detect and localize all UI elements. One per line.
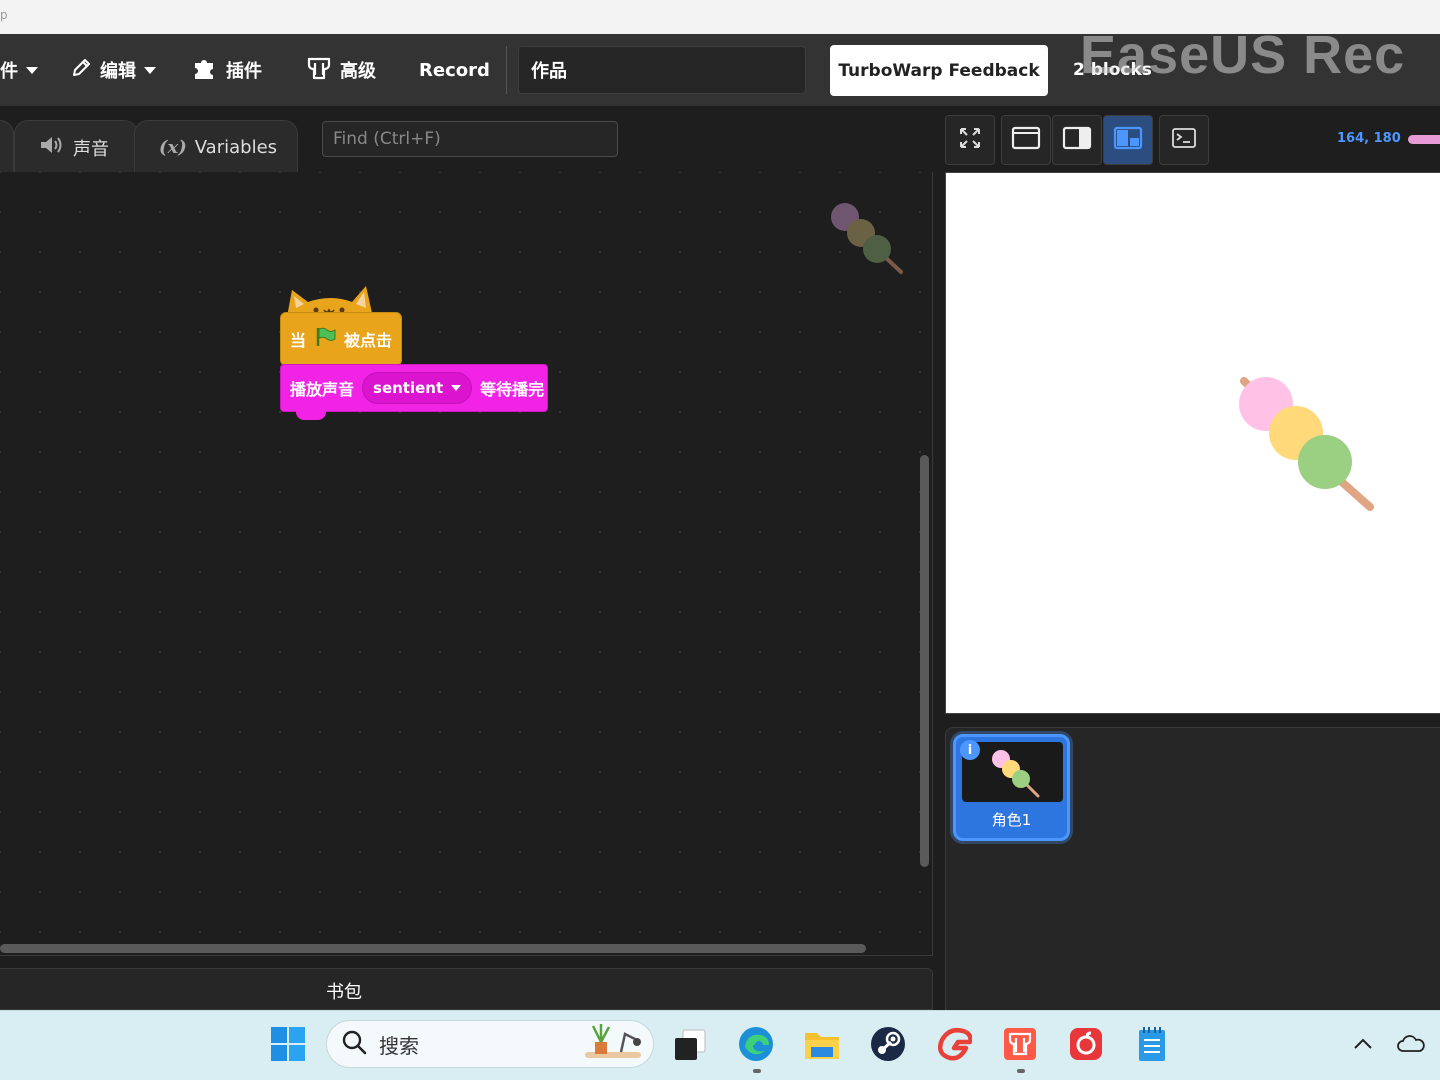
fullscreen-button[interactable] [945, 115, 995, 165]
chevron-down-icon [26, 66, 38, 74]
fps-indicator-bar [1408, 135, 1440, 144]
steam-icon[interactable] [868, 1024, 908, 1064]
backpack-label: 书包 [326, 982, 362, 1003]
edge-running-indicator [753, 1069, 761, 1073]
app-icon[interactable] [934, 1024, 974, 1064]
top-strip-glyph: p [0, 8, 8, 22]
block-bottom-notch [296, 410, 326, 420]
backpack-panel[interactable] [0, 968, 933, 1010]
chevron-down-icon [144, 66, 156, 74]
edge-icon[interactable] [736, 1024, 776, 1064]
normal-stage-icon [1062, 125, 1092, 155]
green-flag-icon [314, 326, 336, 352]
taskbar-search[interactable]: 搜索 [326, 1020, 654, 1068]
turbowarp-icon [306, 55, 332, 86]
info-icon[interactable]: i [960, 740, 980, 760]
chevron-up-icon[interactable] [1343, 1024, 1383, 1064]
tab-sounds-label: 声音 [73, 138, 109, 160]
sound-select-dropdown[interactable]: sentient [362, 372, 473, 404]
code-workspace[interactable] [0, 172, 933, 956]
large-stage-button[interactable] [1103, 115, 1153, 165]
menubar-divider [506, 46, 507, 94]
small-stage-icon [1011, 125, 1041, 155]
file-menu-label: 件 [0, 61, 18, 82]
fullscreen-icon [958, 126, 982, 154]
chevron-down-icon [451, 385, 462, 391]
edit-menu-label: 编辑 [100, 61, 136, 82]
feedback-button-label: TurboWarp Feedback [838, 60, 1040, 81]
large-stage-icon [1113, 125, 1143, 155]
sound-name: sentient [373, 379, 444, 397]
tab-variables-label: Variables [194, 137, 278, 158]
speaker-icon [39, 134, 65, 161]
sprite-name: 角色1 [991, 811, 1032, 829]
notepad-icon[interactable] [1132, 1024, 1172, 1064]
taskbar-search-placeholder: 搜索 [379, 1033, 419, 1058]
hat-when-text: 当 [290, 331, 307, 350]
feedback-button[interactable]: TurboWarp Feedback [830, 45, 1048, 96]
tab-sounds[interactable]: 声音 [14, 120, 138, 174]
workspace-vertical-scrollbar[interactable] [920, 455, 929, 867]
windows-start-icon[interactable] [268, 1024, 308, 1064]
menubar: 件 编辑 插件 高级 Record 作品 TurboWarp Feedback … [0, 25, 1440, 106]
workspace-horizontal-scrollbar[interactable] [0, 944, 866, 953]
turbowarp-taskbar-icon[interactable] [1000, 1024, 1040, 1064]
play-sound-until-done-block[interactable]: 播放声音 sentient 等待播完 [280, 364, 548, 412]
find-input[interactable]: Find (Ctrl+F) [322, 121, 618, 157]
puzzle-icon [192, 55, 218, 86]
hat-clicked-text: 被点击 [344, 331, 393, 350]
tab-variables[interactable]: (x) Variables [134, 120, 298, 174]
sound-wait-text: 等待播完 [480, 380, 545, 399]
sound-play-text: 播放声音 [290, 380, 355, 399]
search-highlight-icon [581, 1022, 645, 1067]
find-placeholder: Find (Ctrl+F) [333, 129, 441, 149]
sprite-corner-preview [831, 203, 903, 274]
terminal-icon [1171, 127, 1197, 153]
advanced-menu-label: 高级 [340, 61, 376, 82]
sprite-card[interactable]: i 角色1 [953, 734, 1070, 841]
project-title-input[interactable]: 作品 [518, 46, 806, 94]
addons-menu-label: 插件 [226, 61, 262, 82]
dango-sprite[interactable] [1236, 373, 1376, 513]
onedrive-icon[interactable] [1391, 1024, 1431, 1064]
file-menu[interactable]: 件 [0, 34, 38, 106]
task-view-icon[interactable] [670, 1024, 710, 1064]
project-title-text: 作品 [531, 61, 567, 82]
small-stage-button[interactable] [1001, 115, 1051, 165]
variables-icon: (x) [159, 137, 187, 158]
windows-taskbar [0, 1010, 1440, 1080]
netease-music-icon[interactable] [1066, 1024, 1106, 1064]
stage-canvas[interactable] [945, 172, 1440, 714]
pencil-icon [70, 57, 92, 84]
normal-stage-button[interactable] [1052, 115, 1102, 165]
debug-console-button[interactable] [1159, 115, 1209, 165]
recorder-watermark: EaseUS Rec [1080, 25, 1406, 85]
search-icon [341, 1029, 367, 1060]
record-menu-label: Record [419, 59, 490, 81]
turbowarp-running-indicator [1017, 1069, 1025, 1073]
advanced-menu[interactable]: 高级 [306, 34, 376, 106]
folder-icon[interactable] [802, 1024, 842, 1064]
edit-menu[interactable]: 编辑 [70, 34, 156, 106]
mouse-coordinates: 164, 180 [1337, 131, 1401, 146]
when-flag-clicked-block[interactable]: 当 被点击 [280, 312, 402, 366]
tab-costumes[interactable] [0, 120, 14, 174]
addons-menu[interactable]: 插件 [192, 34, 262, 106]
record-menu[interactable]: Record [419, 34, 490, 106]
